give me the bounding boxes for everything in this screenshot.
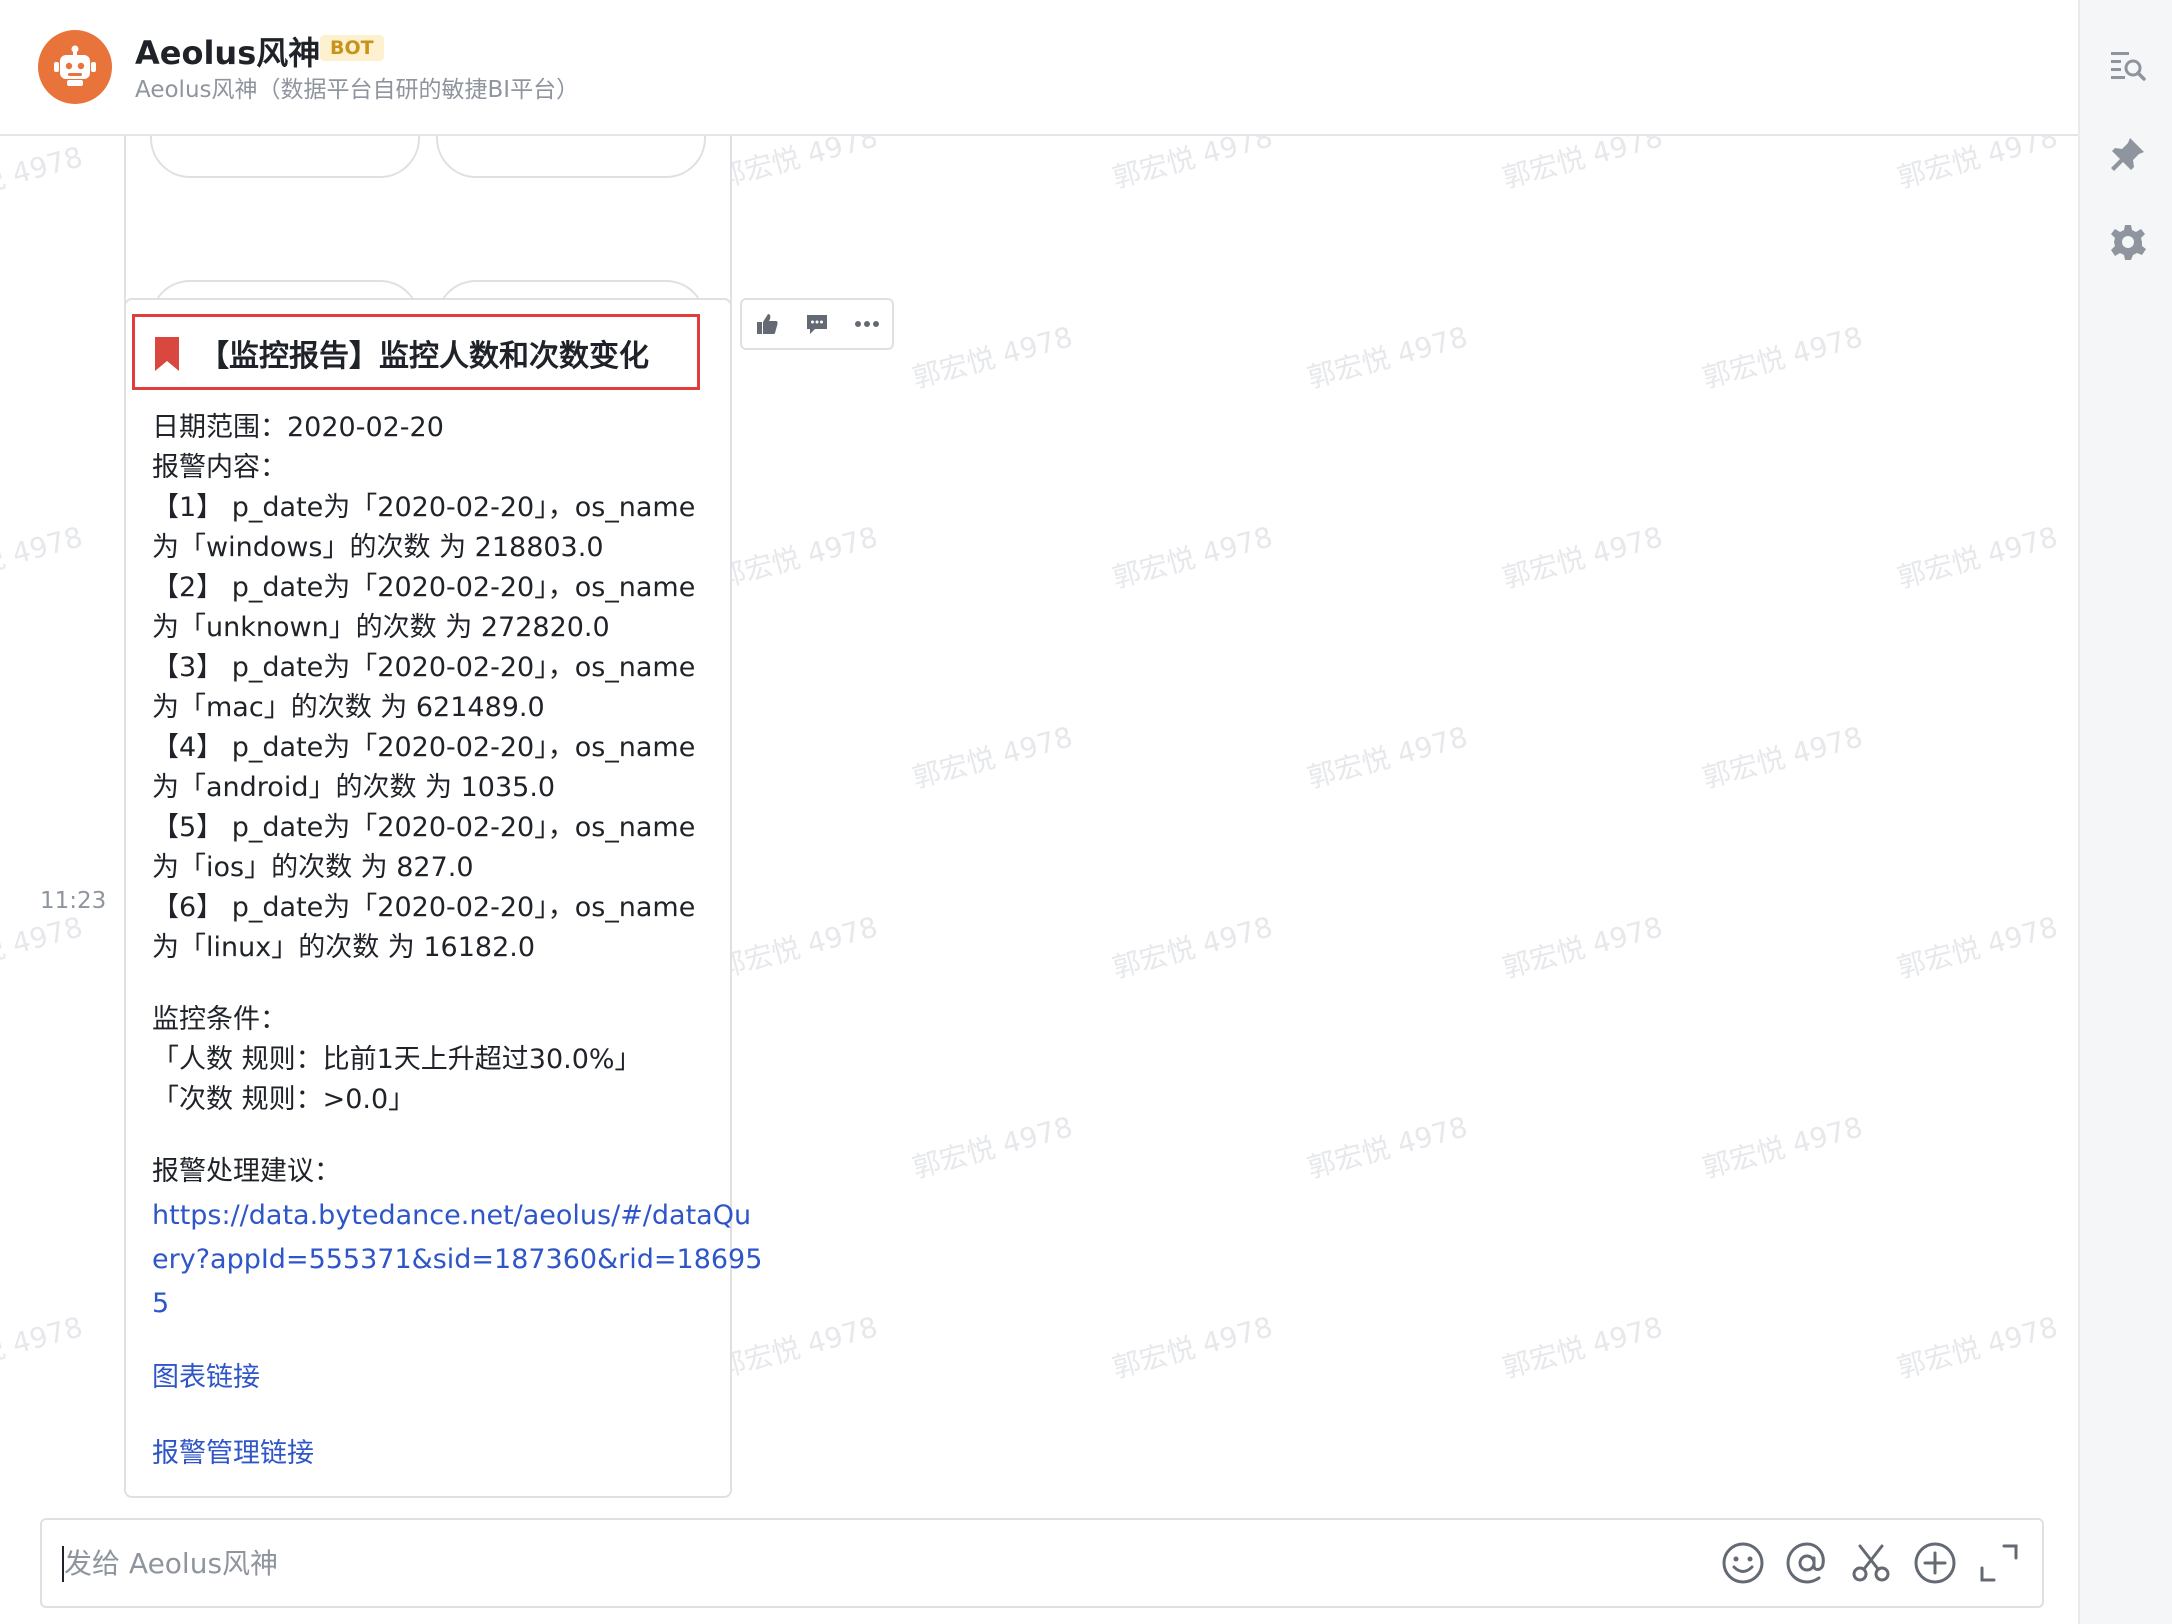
report-title-box: 【监控报告】监控人数和次数变化	[132, 314, 700, 390]
thumbs-up-icon	[757, 314, 778, 334]
report-line: 日期范围：2020-02-20	[152, 412, 444, 443]
bot-description: Aeolus风神（数据平台自研的敏捷BI平台）	[135, 77, 580, 103]
monitor-report-card: 【监控报告】监控人数和次数变化 日期范围：2020-02-20 报警内容： 【1…	[124, 298, 762, 1498]
expand-icon[interactable]	[1974, 1538, 2024, 1588]
plus-circle-icon[interactable]	[1910, 1538, 1960, 1588]
advice-label: 报警处理建议：	[152, 1156, 341, 1187]
report-line: 为「windows」的次数 为 218803.0	[152, 532, 604, 563]
reply-button[interactable]	[792, 300, 842, 348]
advice-link[interactable]: 5	[152, 1282, 169, 1326]
message-input-placeholder[interactable]: 发给 Aeolus风神	[64, 1542, 278, 1582]
chat-header: Aeolus风神 BOT Aeolus风神（数据平台自研的敏捷BI平台）	[0, 0, 2078, 136]
report-line: 【2】 p_date为「2020-02-20」，os_name	[152, 572, 696, 603]
report-line: 为「android」的次数 为 1035.0	[152, 772, 556, 803]
report-line: 为「linux」的次数 为 16182.0	[152, 932, 536, 963]
chart-link[interactable]: 图表链接	[152, 1356, 260, 1400]
report-title: 【监控报告】监控人数和次数变化	[199, 339, 649, 374]
condition-rule: 「次数 规则：>0.0」	[152, 1084, 416, 1115]
more-button[interactable]	[842, 300, 892, 348]
report-line: 为「ios」的次数 为 827.0	[152, 852, 474, 883]
mention-icon[interactable]	[1782, 1538, 1832, 1588]
report-line: 【6】 p_date为「2020-02-20」，os_name	[152, 892, 696, 923]
more-dots-icon	[855, 321, 879, 327]
report-line: 【5】 p_date为「2020-02-20」，os_name	[152, 812, 696, 843]
advice-link[interactable]: ery?appId=555371&sid=187360&rid=18695	[152, 1238, 762, 1282]
option-button-hidden-right[interactable]	[436, 136, 706, 178]
right-sidebar	[2078, 0, 2172, 1624]
message-actions	[740, 298, 894, 350]
emoji-icon[interactable]	[1718, 1538, 1768, 1588]
condition-rule: 「人数 规则：比前1天上升超过30.0%」	[152, 1044, 642, 1075]
bot-badge: BOT	[320, 35, 384, 61]
robot-icon	[54, 45, 96, 86]
report-line: 【3】 p_date为「2020-02-20」，os_name	[152, 652, 696, 683]
advice-link[interactable]: https://data.bytedance.net/aeolus/#/data…	[152, 1194, 751, 1238]
bot-name[interactable]: Aeolus风神	[135, 28, 320, 74]
thumbs-up-button[interactable]	[742, 300, 792, 348]
report-line: 报警内容：	[152, 452, 287, 483]
bot-avatar[interactable]	[38, 30, 112, 104]
pin-icon[interactable]	[2108, 134, 2148, 174]
report-line: 为「mac」的次数 为 621489.0	[152, 692, 545, 723]
option-button-hidden-left[interactable]	[150, 136, 420, 178]
scissors-icon[interactable]	[1846, 1538, 1896, 1588]
conditions-label: 监控条件：	[152, 1004, 287, 1035]
report-line: 为「unknown」的次数 为 272820.0	[152, 612, 610, 643]
report-line: 【1】 p_date为「2020-02-20」，os_name	[152, 492, 696, 523]
settings-gear-icon[interactable]	[2108, 222, 2148, 262]
alert-management-link[interactable]: 报警管理链接	[152, 1432, 314, 1476]
comment-icon	[807, 315, 827, 334]
bookmark-icon	[155, 337, 179, 371]
message-timestamp: 11:23	[40, 888, 107, 914]
message-list: 屏蔽6小时 重复不再报警 【监控报告】监控人数和次数变化 日期范围：2020-0…	[0, 136, 2078, 1506]
message-input-bar[interactable]: 发给 Aeolus风神	[40, 1518, 2044, 1608]
report-line: 【4】 p_date为「2020-02-20」，os_name	[152, 732, 696, 763]
search-history-icon[interactable]	[2108, 46, 2148, 86]
